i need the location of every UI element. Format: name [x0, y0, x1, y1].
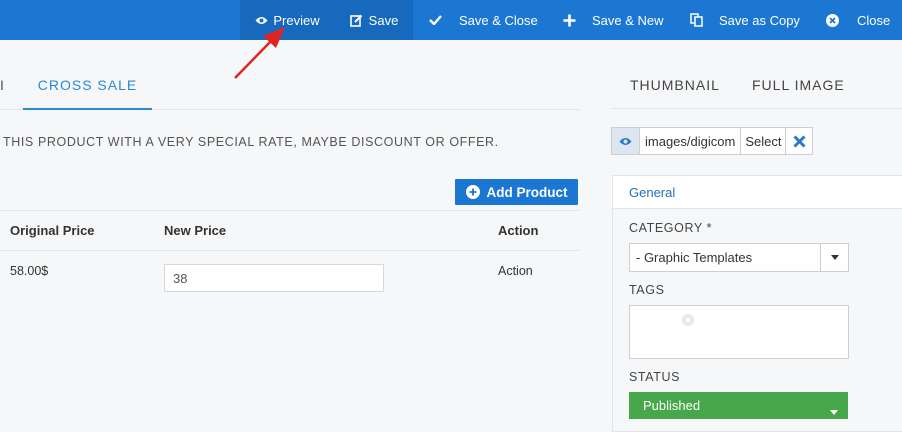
status-label: STATUS	[629, 370, 681, 384]
add-product-button[interactable]: Add Product	[455, 179, 578, 205]
plus-icon	[563, 14, 576, 27]
save-copy-label: Save as Copy	[719, 12, 800, 28]
toolbar: Preview Save Save & Close Save & New Sav…	[0, 0, 902, 40]
table-header: Original Price New Price Action	[0, 210, 580, 251]
status-select[interactable]: Published	[629, 392, 848, 419]
general-panel: General CATEGORY * - Graphic Templates T…	[612, 175, 902, 432]
close-button[interactable]: Close	[826, 0, 890, 40]
clear-x-icon	[793, 134, 806, 148]
tab-full-image[interactable]: FULL IMAGE	[752, 77, 845, 93]
eye-icon	[619, 137, 632, 146]
original-price-cell: 58.00$	[10, 264, 49, 278]
tags-input[interactable]	[629, 305, 849, 359]
save-new-button[interactable]: Save & New	[563, 0, 664, 40]
tab-thumbnail[interactable]: THUMBNAIL	[630, 77, 720, 93]
remove-tag-icon[interactable]	[682, 313, 694, 331]
save-copy-button[interactable]: Save as Copy	[690, 0, 800, 40]
eye-icon	[255, 16, 268, 25]
tab-partial[interactable]: I	[0, 77, 5, 93]
tab-cross-sale[interactable]: CROSS SALE	[23, 60, 152, 110]
preview-button[interactable]: Preview	[240, 0, 335, 40]
save-label: Save	[368, 12, 399, 28]
image-field: images/digicom Select	[611, 127, 814, 155]
chevron-down-icon	[830, 403, 838, 418]
check-icon	[429, 15, 442, 25]
edit-icon	[349, 14, 363, 27]
image-select-button[interactable]: Select	[741, 128, 787, 154]
tags-label: TAGS	[629, 283, 665, 297]
copy-icon	[690, 13, 703, 27]
category-label: CATEGORY *	[629, 221, 713, 235]
status-value: Published	[643, 398, 701, 413]
image-preview-button[interactable]	[612, 128, 640, 154]
image-tabs: THUMBNAIL FULL IMAGE	[612, 60, 902, 109]
plus-circle-icon	[465, 185, 480, 199]
image-clear-button[interactable]	[786, 128, 812, 154]
cross-sale-description: THIS PRODUCT WITH A VERY SPECIAL RATE, M…	[3, 135, 499, 149]
image-path-field[interactable]: images/digicom	[640, 128, 742, 154]
add-product-label: Add Product	[486, 184, 568, 200]
header-action: Action	[498, 223, 539, 238]
category-select[interactable]: - Graphic Templates	[629, 243, 849, 272]
new-price-input[interactable]	[164, 264, 384, 292]
save-button[interactable]: Save	[335, 0, 413, 40]
header-original-price: Original Price	[10, 223, 95, 238]
header-new-price: New Price	[164, 223, 227, 238]
category-value: - Graphic Templates	[636, 250, 753, 265]
preview-label: Preview	[273, 12, 320, 28]
chevron-down-icon	[820, 244, 848, 271]
close-circle-icon	[826, 13, 839, 27]
general-panel-title[interactable]: General	[613, 176, 902, 209]
save-close-button[interactable]: Save & Close	[429, 0, 538, 40]
save-new-label: Save & New	[592, 12, 664, 28]
action-cell[interactable]: Action	[498, 264, 533, 278]
product-tabs: I CROSS SALE	[0, 60, 580, 110]
save-close-label: Save & Close	[459, 12, 538, 28]
close-label: Close	[857, 12, 891, 28]
